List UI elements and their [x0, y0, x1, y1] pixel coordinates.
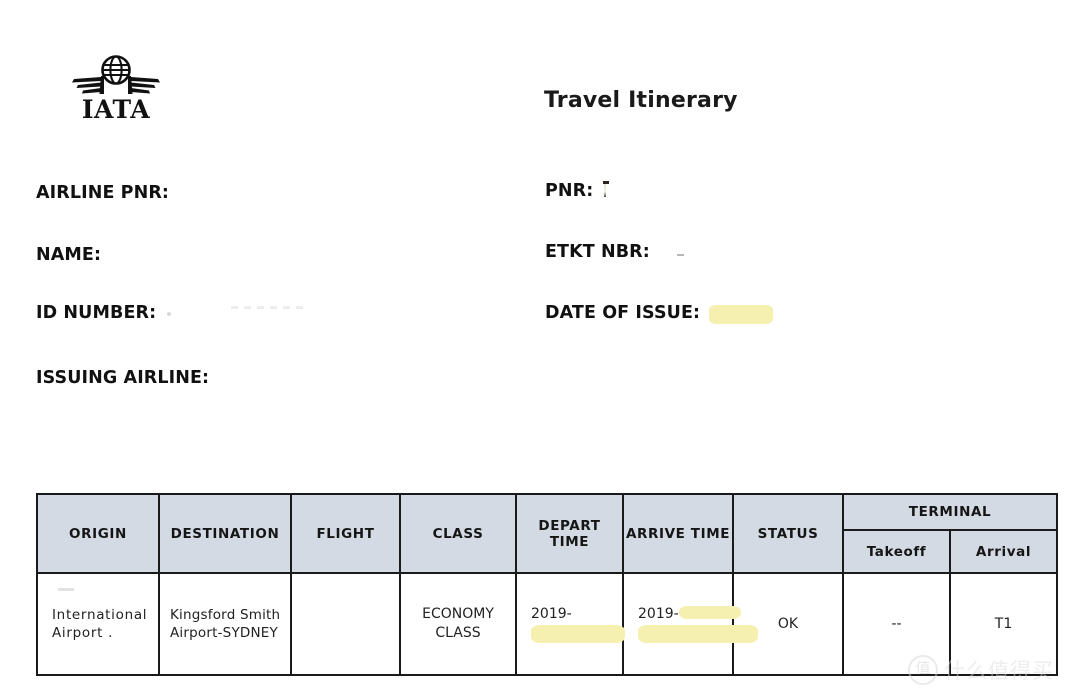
cell-flight-content [292, 574, 399, 674]
cell-status-content: OK [777, 615, 799, 632]
field-label-issuing-airline: ISSUING AIRLINE: [36, 367, 210, 388]
cell-destination: Kingsford Smith Airport-SYDNEY [158, 572, 292, 676]
cell-destination-content: Kingsford Smith Airport-SYDNEY [160, 574, 290, 674]
destination-line-2: Airport-SYDNEY [170, 625, 278, 641]
cell-arrive-time: 2019- [622, 572, 758, 676]
field-id-number: ID NUMBER: [36, 303, 306, 323]
column-header-destination: DESTINATION [158, 493, 292, 574]
field-row: ISSUING AIRLINE: [0, 365, 1080, 427]
field-label-date-of-issue: DATE OF ISSUE: [545, 303, 701, 323]
cell-origin-content: International Airport . [38, 574, 158, 674]
cell-depart-time-content: 2019- [517, 574, 625, 674]
column-header-flight: FLIGHT [290, 493, 401, 574]
field-label-pnr: PNR: [545, 181, 594, 201]
cell-terminal-arrival: T1 [949, 572, 1058, 676]
cell-status: OK [732, 572, 844, 676]
itinerary-table: ORIGIN DESTINATION FLIGHT CLASS DEPART T… [36, 493, 1058, 676]
page-title: Travel Itinerary [544, 88, 738, 113]
redaction-mark [602, 181, 610, 197]
cell-origin: International Airport . [36, 572, 160, 676]
column-header-arrive-time: ARRIVE TIME [622, 493, 734, 574]
field-value-etkt-nbr [659, 242, 689, 261]
table-header: ORIGIN DESTINATION FLIGHT CLASS DEPART T… [36, 493, 1058, 574]
field-issuing-airline: ISSUING AIRLINE: [36, 365, 218, 388]
field-pnr: PNR: [545, 180, 610, 201]
itinerary-fields: AIRLINE PNR: PNR: NAME: ETKT NBR: ID NUM… [0, 180, 1080, 426]
cell-depart-time: 2019- [515, 572, 625, 676]
iata-logo: IATA [68, 52, 164, 122]
arrive-time-prefix: 2019- [638, 606, 740, 623]
column-header-depart-time: DEPART TIME [515, 493, 624, 574]
field-row: ID NUMBER: DATE OF ISSUE: [0, 303, 1080, 365]
depart-time-prefix: 2019- [531, 606, 572, 623]
field-label-id-number: ID NUMBER: [36, 303, 157, 323]
table-header-row-main: ORIGIN DESTINATION FLIGHT CLASS DEPART T… [36, 493, 1058, 574]
field-label-airline-pnr: AIRLINE PNR: [36, 183, 170, 203]
redaction-mark [659, 245, 689, 257]
column-header-status: STATUS [732, 493, 844, 574]
column-header-origin: ORIGIN [36, 493, 160, 574]
class-line-1: ECONOMY [422, 606, 494, 623]
destination-line-1: Kingsford Smith [170, 606, 281, 623]
table-row: International Airport . Kingsford Smith … [36, 572, 1058, 676]
cell-flight [290, 572, 401, 676]
column-header-terminal: TERMINAL [842, 493, 1058, 531]
origin-text: International Airport . [52, 606, 147, 642]
destination-text: Kingsford Smith Airport-SYDNEY [170, 606, 280, 642]
class-line-2: CLASS [435, 625, 481, 641]
column-header-class: CLASS [399, 493, 517, 574]
svg-text:IATA: IATA [82, 95, 150, 122]
iata-logo-graphic: IATA [72, 55, 160, 122]
origin-line-2: Airport . [52, 625, 114, 641]
arrive-time-redaction [638, 625, 758, 643]
origin-line-1: International [52, 606, 148, 623]
field-value-id-number [165, 303, 306, 322]
field-airline-pnr: AIRLINE PNR: [36, 180, 178, 203]
redaction-highlight [709, 305, 774, 324]
field-value-pnr [602, 180, 610, 200]
column-header-terminal-arrival: Arrival [949, 530, 1058, 574]
table-body: International Airport . Kingsford Smith … [36, 572, 1058, 676]
field-date-of-issue: DATE OF ISSUE: [545, 303, 774, 324]
cell-arrive-time-content: 2019- [624, 574, 758, 674]
field-row: NAME: ETKT NBR: [0, 242, 1080, 304]
field-etkt-nbr: ETKT NBR: [545, 242, 689, 262]
field-label-etkt-nbr: ETKT NBR: [545, 241, 650, 262]
cell-class-content: ECONOMY CLASS [401, 574, 515, 674]
cell-class: ECONOMY CLASS [399, 572, 517, 676]
field-value-date-of-issue [709, 303, 774, 324]
redaction-mark [165, 304, 306, 318]
depart-time-redaction [531, 625, 625, 643]
cell-terminal-takeoff: -- [842, 572, 951, 676]
field-name: NAME: [36, 242, 110, 265]
class-text: ECONOMY CLASS [422, 605, 494, 643]
field-row: AIRLINE PNR: PNR: [0, 180, 1080, 242]
field-label-name: NAME: [36, 244, 102, 265]
column-header-terminal-takeoff: Takeoff [842, 530, 951, 574]
cell-terminal-arrival-content: T1 [994, 615, 1013, 632]
cell-terminal-takeoff-content: -- [891, 615, 902, 632]
